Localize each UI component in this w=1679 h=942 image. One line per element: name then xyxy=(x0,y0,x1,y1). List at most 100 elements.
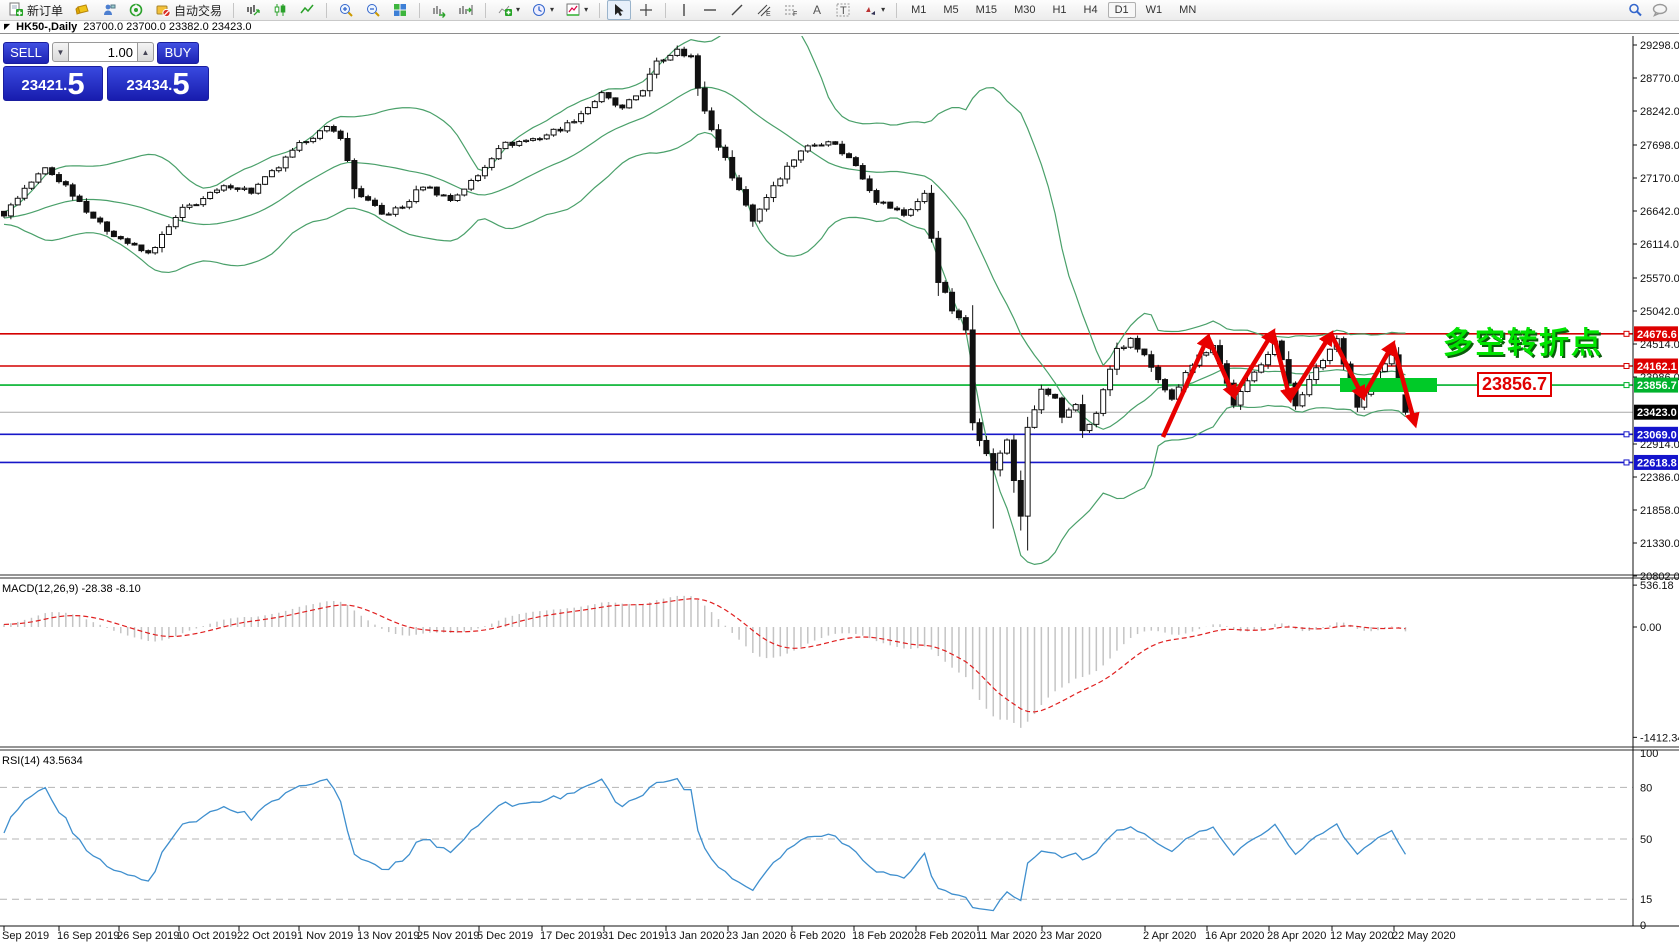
volume-increase-button[interactable]: ▲ xyxy=(137,42,154,62)
signals-icon xyxy=(128,2,144,18)
clock-icon xyxy=(531,2,547,18)
toolbar-separator xyxy=(419,3,420,18)
svg-text:Sep 2019: Sep 2019 xyxy=(2,930,49,942)
trendline-tool-button[interactable] xyxy=(725,0,749,20)
volume-decrease-button[interactable]: ▼ xyxy=(52,42,69,62)
svg-text:23069.0: 23069.0 xyxy=(1637,429,1677,441)
zoom-in-button[interactable] xyxy=(334,0,358,20)
svg-text:80: 80 xyxy=(1640,782,1652,794)
periods-button[interactable]: ▾ xyxy=(527,0,558,20)
svg-text:17 Dec 2019: 17 Dec 2019 xyxy=(540,930,602,942)
chart-shift-button[interactable] xyxy=(454,0,478,20)
equidistant-channel-tool-button[interactable]: E xyxy=(752,0,776,20)
svg-text:27170.0: 27170.0 xyxy=(1640,173,1679,185)
turning-point-annotation[interactable]: 多空转折点 xyxy=(1443,318,1603,362)
tab-timeframe-mn[interactable]: MN xyxy=(1172,2,1203,18)
buy-price-main: 23434. xyxy=(126,73,172,99)
cursor-tool-button[interactable] xyxy=(607,0,631,20)
autotrading-icon xyxy=(155,2,171,18)
svg-text:5 Dec 2019: 5 Dec 2019 xyxy=(477,930,533,942)
tab-timeframe-w1[interactable]: W1 xyxy=(1139,2,1170,18)
new-order-label: 新订单 xyxy=(27,2,63,19)
gold-button[interactable] xyxy=(70,0,94,20)
text-icon: A xyxy=(810,2,824,18)
chart-ohlc-values: 23700.0 23700.0 23382.0 23423.0 xyxy=(83,21,251,33)
buy-price-display[interactable]: 23434. 5 xyxy=(107,66,209,101)
sell-price-big-digit: 5 xyxy=(67,69,84,99)
horizontal-line-icon xyxy=(702,2,718,18)
tab-timeframe-m30[interactable]: M30 xyxy=(1007,2,1042,18)
fibonacci-tool-button[interactable]: F xyxy=(779,0,803,20)
tile-windows-icon xyxy=(392,2,408,18)
sell-button[interactable]: SELL xyxy=(3,42,49,64)
bar-chart-button[interactable] xyxy=(241,0,265,20)
svg-text:24676.6: 24676.6 xyxy=(1637,329,1677,341)
arrows-tool-button[interactable]: ▾ xyxy=(858,0,889,20)
bollinger-upper-band xyxy=(4,2,1405,365)
svg-text:E: E xyxy=(766,11,771,18)
rsi-line xyxy=(4,779,1405,911)
svg-text:A: A xyxy=(813,3,821,17)
zoom-out-button[interactable] xyxy=(361,0,385,20)
signals-button[interactable] xyxy=(124,0,148,20)
auto-scroll-button[interactable] xyxy=(427,0,451,20)
svg-text:T: T xyxy=(840,5,847,17)
svg-text:26642.0: 26642.0 xyxy=(1640,206,1679,218)
tab-timeframe-m1[interactable]: M1 xyxy=(904,2,933,18)
tab-timeframe-h1[interactable]: H1 xyxy=(1045,2,1073,18)
svg-text:0.00: 0.00 xyxy=(1640,622,1661,634)
macd-pane xyxy=(4,596,1405,728)
templates-button[interactable]: ▾ xyxy=(561,0,592,20)
line-chart-button[interactable] xyxy=(295,0,319,20)
terminal-button[interactable] xyxy=(97,0,121,20)
line-chart-icon xyxy=(299,2,315,18)
price-axis[interactable]: 29298.028770.028242.027698.027170.026642… xyxy=(1624,40,1679,932)
terminal-person-icon xyxy=(101,2,117,18)
svg-text:29298.0: 29298.0 xyxy=(1640,40,1679,52)
text-label-tool-button[interactable]: T xyxy=(831,0,855,20)
text-tool-button[interactable]: A xyxy=(806,0,828,20)
toolbar: 新订单 自动交易 ▾ ▾ xyxy=(0,0,1679,21)
dropdown-caret-icon: ▾ xyxy=(516,6,520,14)
toolbar-separator xyxy=(326,3,327,18)
tab-timeframe-d1[interactable]: D1 xyxy=(1108,2,1136,18)
indicators-button[interactable]: ▾ xyxy=(493,0,524,20)
search-icon[interactable] xyxy=(1627,2,1643,18)
tab-timeframe-h4[interactable]: H4 xyxy=(1077,2,1105,18)
crosshair-tool-button[interactable] xyxy=(634,0,658,20)
svg-text:12 May 2020: 12 May 2020 xyxy=(1330,930,1394,942)
time-axis[interactable]: Sep 201916 Sep 201926 Sep 201910 Oct 201… xyxy=(2,926,1456,942)
volume-input[interactable] xyxy=(69,42,137,62)
candlestick-chart-icon xyxy=(272,2,288,18)
price-level-callout[interactable]: 23856.7 xyxy=(1477,372,1552,397)
main-price-pane xyxy=(0,2,1633,564)
buy-button[interactable]: BUY xyxy=(157,42,199,64)
svg-text:11 Mar 2020: 11 Mar 2020 xyxy=(976,930,1037,942)
tab-timeframe-m5[interactable]: M5 xyxy=(936,2,965,18)
chat-icon[interactable] xyxy=(1651,2,1669,18)
svg-text:100: 100 xyxy=(1640,748,1658,760)
chart-symbol-title: HK50-,Daily xyxy=(16,21,77,33)
collapse-triangle-icon[interactable]: ◤ xyxy=(4,23,10,31)
volume-stepper: ▼ ▲ xyxy=(52,42,154,62)
horizontal-line-tool-button[interactable] xyxy=(698,0,722,20)
chart-canvas[interactable]: 29298.028770.028242.027698.027170.026642… xyxy=(0,0,1679,942)
autotrading-label: 自动交易 xyxy=(174,2,222,19)
vertical-line-icon xyxy=(677,2,691,18)
tab-timeframe-m15[interactable]: M15 xyxy=(969,2,1004,18)
sell-price-display[interactable]: 23421. 5 xyxy=(3,66,103,101)
new-order-button[interactable]: 新订单 xyxy=(4,0,67,20)
indicators-plus-icon xyxy=(497,2,513,18)
candlestick-chart-button[interactable] xyxy=(268,0,292,20)
autotrading-button[interactable]: 自动交易 xyxy=(151,0,226,20)
vertical-line-tool-button[interactable] xyxy=(673,0,695,20)
svg-text:50: 50 xyxy=(1640,834,1652,846)
new-order-icon xyxy=(8,2,24,18)
zoom-in-icon xyxy=(338,2,354,18)
tile-windows-button[interactable] xyxy=(388,0,412,20)
fibonacci-icon: F xyxy=(783,2,799,18)
one-click-trading-panel: SELL ▼ ▲ BUY 23421. 5 23434. 5 xyxy=(3,42,209,101)
svg-text:F: F xyxy=(793,11,797,18)
chart-title-bar: ◤ HK50-,Daily 23700.0 23700.0 23382.0 23… xyxy=(0,21,1679,34)
svg-text:536.18: 536.18 xyxy=(1640,580,1674,592)
